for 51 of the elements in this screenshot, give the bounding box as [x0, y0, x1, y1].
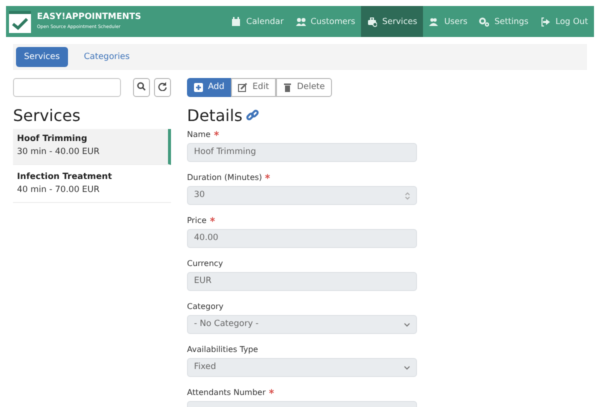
- input-field[interactable]: Hoof Trimming: [187, 143, 417, 162]
- service-details: 40 min - 70.00 EUR: [17, 184, 101, 197]
- input-field[interactable]: 40.00: [187, 229, 417, 248]
- field-label: Name: [187, 129, 220, 140]
- toolbar-button[interactable]: Edit: [231, 78, 276, 97]
- service-item[interactable]: Infection Treatment 40 min - 70.00 EUR: [13, 167, 171, 204]
- nav-link[interactable]: Users: [423, 6, 474, 37]
- field-label: Availabilities Type: [187, 344, 258, 356]
- chevron-icon: [404, 366, 410, 370]
- brand-title: EASY!APPOINTMENTS: [37, 12, 142, 22]
- edit-icon: [238, 83, 248, 92]
- field-label: Category: [187, 301, 224, 312]
- link-icon[interactable]: [246, 109, 260, 122]
- nav-link[interactable]: Customers: [290, 6, 362, 37]
- refresh-icon: [158, 82, 167, 92]
- nav-link[interactable]: Settings: [473, 6, 534, 37]
- service-details: 30 min - 40.00 EUR: [17, 146, 101, 159]
- service-name: Hoof Trimming: [17, 133, 88, 146]
- plus-icon: [194, 83, 203, 92]
- nav-link[interactable]: Calendar: [225, 6, 290, 37]
- field-label: Duration (Minutes): [187, 172, 272, 184]
- exit-icon: [540, 16, 550, 26]
- select-field[interactable]: Fixed: [187, 358, 417, 378]
- tab[interactable]: Services: [16, 47, 68, 67]
- list-title: Services: [13, 106, 82, 126]
- calendar-icon: [231, 16, 242, 26]
- logo-icon: [9, 10, 31, 32]
- details-title: Details: [187, 106, 242, 126]
- search-icon: [137, 82, 146, 92]
- field-label: Currency: [187, 258, 224, 270]
- chevron-icon: [404, 322, 410, 327]
- trash-icon: [282, 83, 292, 92]
- select-field[interactable]: - No Category -: [187, 315, 417, 334]
- toolbar-button[interactable]: Delete: [276, 78, 332, 97]
- tab[interactable]: Categories: [76, 47, 138, 67]
- search-button[interactable]: [133, 78, 150, 97]
- nav-link[interactable]: Log Out: [534, 6, 594, 37]
- search-field[interactable]: [13, 78, 121, 97]
- toolbar-button[interactable]: Add: [187, 78, 232, 97]
- briefcase-icon: [367, 16, 378, 26]
- gears-icon: [479, 16, 490, 26]
- people-icon: [296, 16, 306, 26]
- input-field[interactable]: 30: [187, 186, 417, 206]
- nav-link[interactable]: Services: [361, 6, 424, 37]
- people-icon: [429, 16, 440, 26]
- service-item[interactable]: Hoof Trimming 30 min - 40.00 EUR: [13, 129, 171, 166]
- field-label: Price: [187, 215, 216, 226]
- refresh-button[interactable]: [154, 78, 171, 97]
- input-field[interactable]: EUR: [187, 272, 417, 292]
- service-name: Infection Treatment: [17, 171, 113, 184]
- field-label: Attendants Number: [187, 387, 275, 398]
